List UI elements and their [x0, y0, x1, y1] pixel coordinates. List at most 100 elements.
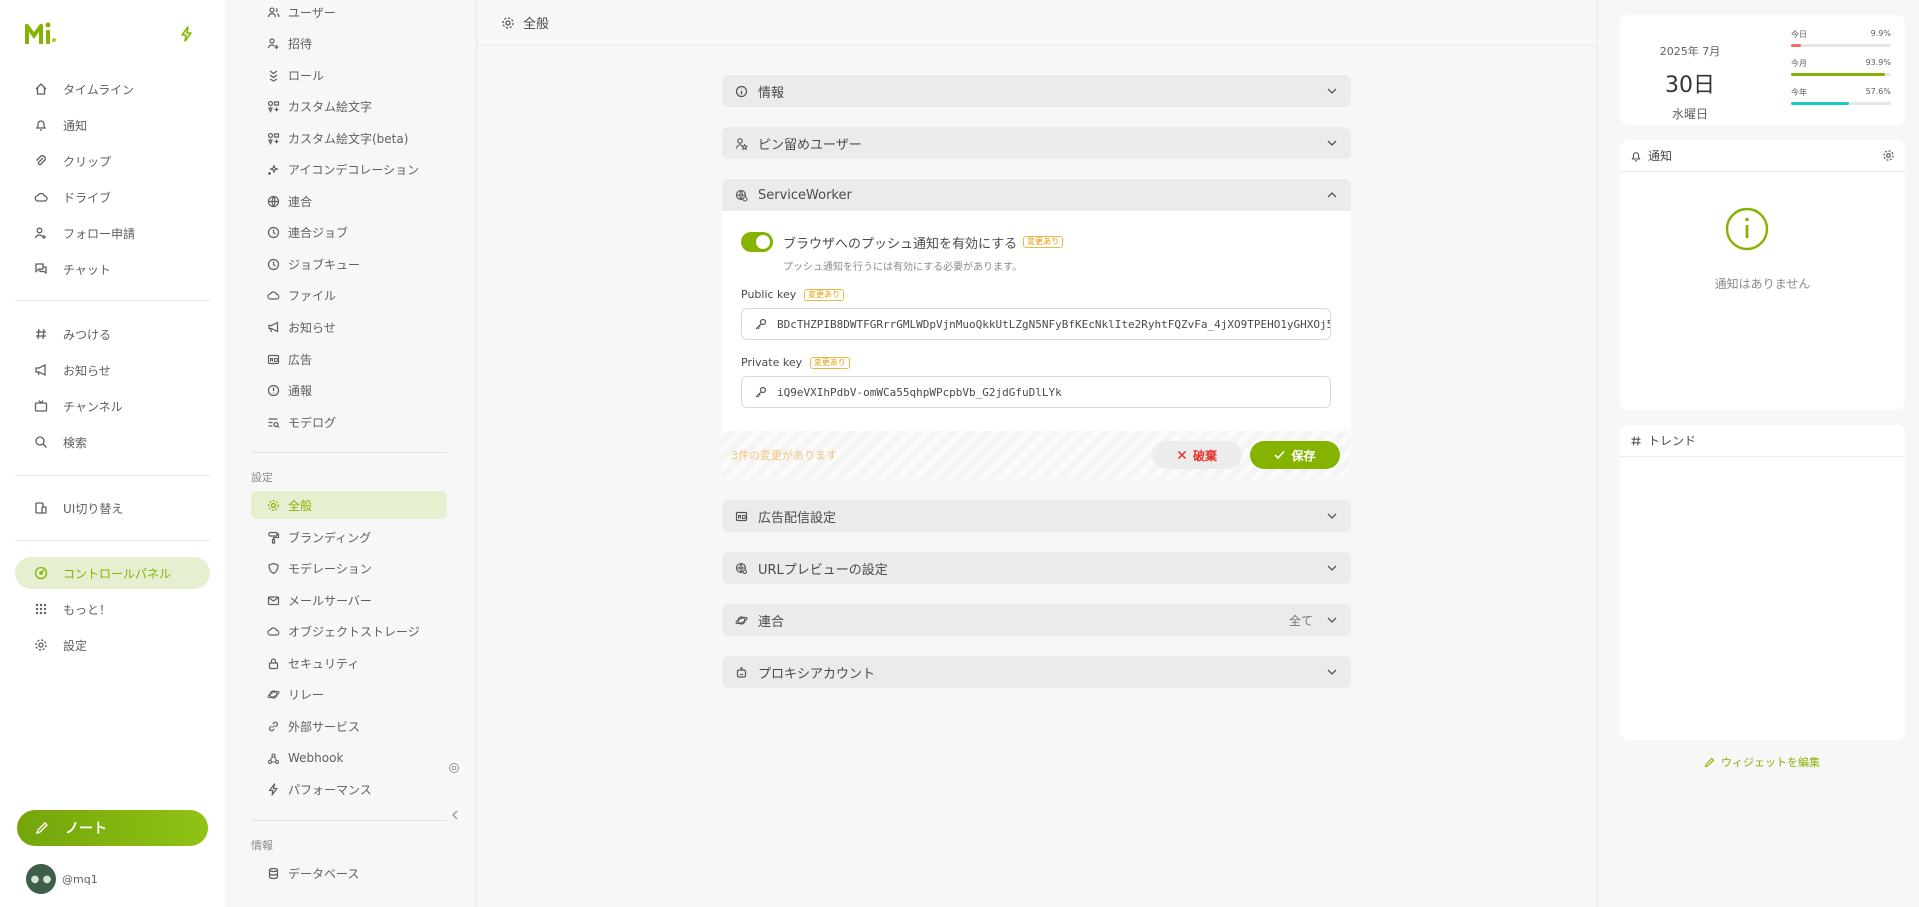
sidebar-toggle-icon[interactable]: [448, 762, 460, 774]
folder-header[interactable]: ServiceWorker: [722, 179, 1351, 211]
stat-label: 今月: [1791, 59, 1807, 68]
nav-item-channels[interactable]: チャンネル: [15, 390, 210, 422]
folder-ad-settings: 広告配信設定: [722, 500, 1351, 532]
admin-item-custom-emojis-beta[interactable]: カスタム絵文字(beta): [251, 124, 447, 152]
edit-widgets-button[interactable]: ウィジェットを編集: [1605, 754, 1919, 770]
save-button-label: 保存: [1291, 448, 1316, 463]
admin-item-label: 連合: [288, 194, 313, 209]
pending-changes-bar: 3件の変更があります 破棄 保存: [721, 431, 1350, 479]
nav-item-search[interactable]: 検索: [15, 426, 210, 458]
hash-icon: [33, 326, 49, 342]
discard-button-label: 破棄: [1192, 448, 1217, 463]
cloud-icon: [266, 624, 280, 638]
admin-item-branding[interactable]: ブランディング: [251, 523, 447, 551]
page-header: 全般: [477, 0, 1597, 46]
admin-item-general[interactable]: 全般: [251, 491, 447, 519]
folder-header[interactable]: 情報: [722, 75, 1351, 107]
nav-item-chat[interactable]: チャット: [15, 253, 210, 285]
save-button[interactable]: 保存: [1250, 441, 1340, 469]
admin-item-federation[interactable]: 連合: [251, 187, 447, 215]
stat-label: 今年: [1791, 88, 1807, 97]
admin-item-external-services[interactable]: 外部サービス: [251, 712, 447, 740]
push-notification-toggle[interactable]: [741, 232, 773, 252]
alert-circle-icon: [266, 383, 280, 397]
admin-divider: [251, 452, 447, 453]
admin-item-database[interactable]: データベース: [251, 859, 447, 887]
admin-item-object-storage[interactable]: オブジェクトストレージ: [251, 617, 447, 645]
public-key-label: Public key: [741, 288, 797, 301]
admin-item-label: アイコンデコレーション: [288, 162, 420, 177]
nav-item-settings[interactable]: 設定: [15, 629, 210, 661]
widget-header: 通知: [1620, 140, 1905, 172]
shield-icon: [266, 561, 280, 575]
admin-item-roles[interactable]: ロール: [251, 61, 447, 89]
nav-item-label: タイムライン: [63, 82, 135, 97]
hash-icon: [1630, 435, 1642, 447]
admin-item-users[interactable]: ユーザー: [251, 0, 447, 26]
admin-item-performance[interactable]: パフォーマンス: [251, 775, 447, 803]
admin-item-label: ロール: [288, 68, 325, 83]
admin-item-job-queue[interactable]: ジョブキュー: [251, 250, 447, 278]
gauge-icon: [33, 565, 49, 581]
bolt-icon[interactable]: [180, 26, 194, 42]
bolt-icon: [266, 782, 280, 796]
admin-item-mail-server[interactable]: メールサーバー: [251, 586, 447, 614]
stat-bar: [1791, 44, 1891, 47]
admin-item-moderation[interactable]: モデレーション: [251, 554, 447, 582]
folder-header[interactable]: URLプレビューの設定: [722, 552, 1351, 584]
admin-item-label: 外部サービス: [288, 719, 361, 734]
nav-item-ui-switch[interactable]: UI切り替え: [15, 492, 210, 524]
admin-item-custom-emojis[interactable]: カスタム絵文字: [251, 92, 447, 120]
user-star-icon: [734, 136, 748, 150]
admin-item-ads[interactable]: 広告: [251, 345, 447, 373]
admin-item-label: ブランディング: [288, 530, 372, 545]
account-button[interactable]: ● ● @mq1: [26, 864, 98, 894]
gear-icon: [501, 16, 515, 30]
folder-header[interactable]: ピン留めユーザー: [722, 127, 1351, 159]
nav-item-notifications[interactable]: 通知: [15, 109, 210, 141]
nav-item-more[interactable]: もっと！: [15, 593, 210, 625]
nav-item-drive[interactable]: ドライブ: [15, 181, 210, 213]
admin-item-security[interactable]: セキュリティ: [251, 649, 447, 677]
nav-item-explore[interactable]: みつける: [15, 318, 210, 350]
admin-item-avatar-decorations[interactable]: アイコンデコレーション: [251, 155, 447, 183]
chevron-left-icon[interactable]: [451, 809, 459, 821]
admin-item-announcements[interactable]: お知らせ: [251, 313, 447, 341]
misskey-logo[interactable]: [22, 20, 58, 48]
stat-bar-fill: [1791, 73, 1885, 76]
folder-header[interactable]: 連合 全て: [722, 604, 1351, 636]
gear-icon[interactable]: [1882, 149, 1895, 162]
admin-item-reports[interactable]: 通報: [251, 376, 447, 404]
public-key-input[interactable]: BDcTHZPIB8DWTFGRrrGMLWDpVjnMuoQkkUtLZgN5…: [741, 308, 1331, 340]
nav-item-control-panel[interactable]: コントロールパネル: [15, 557, 210, 589]
nav-item-announcements[interactable]: お知らせ: [15, 354, 210, 386]
private-key-input[interactable]: iQ9eVXIhPdbV-omWCa55qhpWPcpbVb_G2jdGfuDl…: [741, 376, 1331, 408]
stat-value: 9.9%: [1870, 29, 1891, 38]
nav-item-clips[interactable]: クリップ: [15, 145, 210, 177]
admin-item-label: モデログ: [288, 415, 337, 430]
discard-button[interactable]: 破棄: [1152, 441, 1242, 469]
stat-bar: [1791, 73, 1891, 76]
notifications-empty-text: 通知はありません: [1714, 277, 1811, 291]
nav-divider: [15, 475, 210, 476]
calendar-weekday: 水曜日: [1671, 107, 1708, 121]
folder-header[interactable]: 広告配信設定: [722, 500, 1351, 532]
webhook-icon: [266, 751, 280, 765]
page-title: 全般: [523, 17, 550, 32]
admin-item-federation-jobs[interactable]: 連合ジョブ: [251, 218, 447, 246]
nav-item-timeline[interactable]: タイムライン: [15, 73, 210, 105]
admin-item-webhook[interactable]: Webhook: [251, 744, 447, 772]
stat-month: 今月 93.9%: [1791, 58, 1891, 76]
nav-item-label: UI切り替え: [63, 501, 124, 516]
admin-item-relays[interactable]: リレー: [251, 680, 447, 708]
admin-item-modlog[interactable]: モデログ: [251, 408, 447, 436]
chevron-down-icon: [1325, 613, 1339, 627]
nav-item-follow-requests[interactable]: フォロー申請: [15, 217, 210, 249]
folder-header[interactable]: プロキシアカウント: [722, 656, 1351, 688]
users-icon: [266, 5, 280, 19]
key-icon: [754, 386, 767, 399]
home-icon: [33, 81, 49, 97]
admin-item-invites[interactable]: 招待: [251, 29, 447, 57]
admin-item-files[interactable]: ファイル: [251, 281, 447, 309]
note-button[interactable]: ノート: [17, 810, 208, 846]
